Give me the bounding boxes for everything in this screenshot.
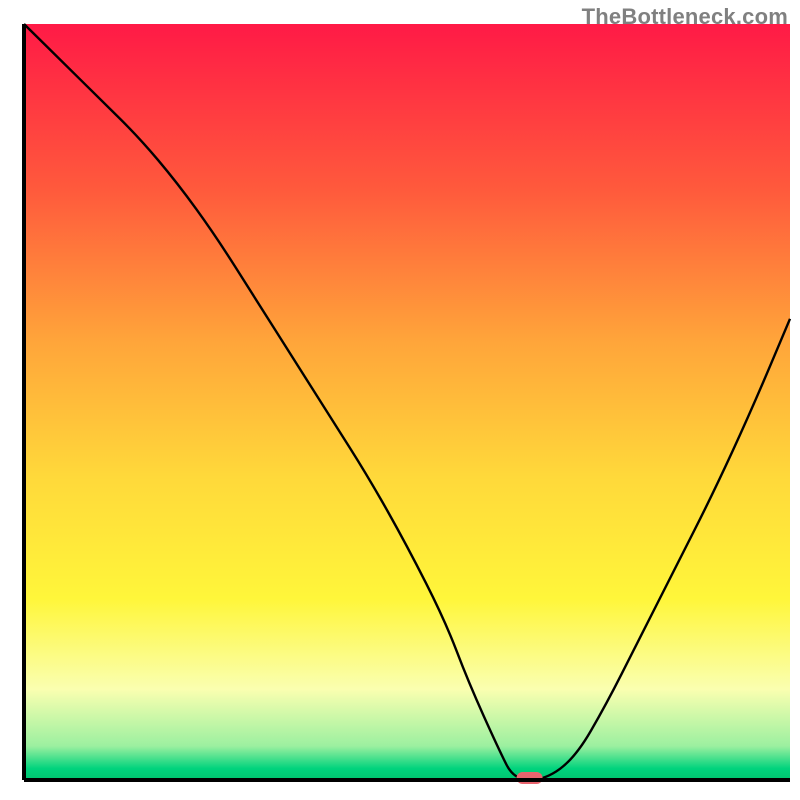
bottleneck-chart [0,0,800,800]
chart-container: TheBottleneck.com [0,0,800,800]
attribution-text: TheBottleneck.com [582,4,788,30]
